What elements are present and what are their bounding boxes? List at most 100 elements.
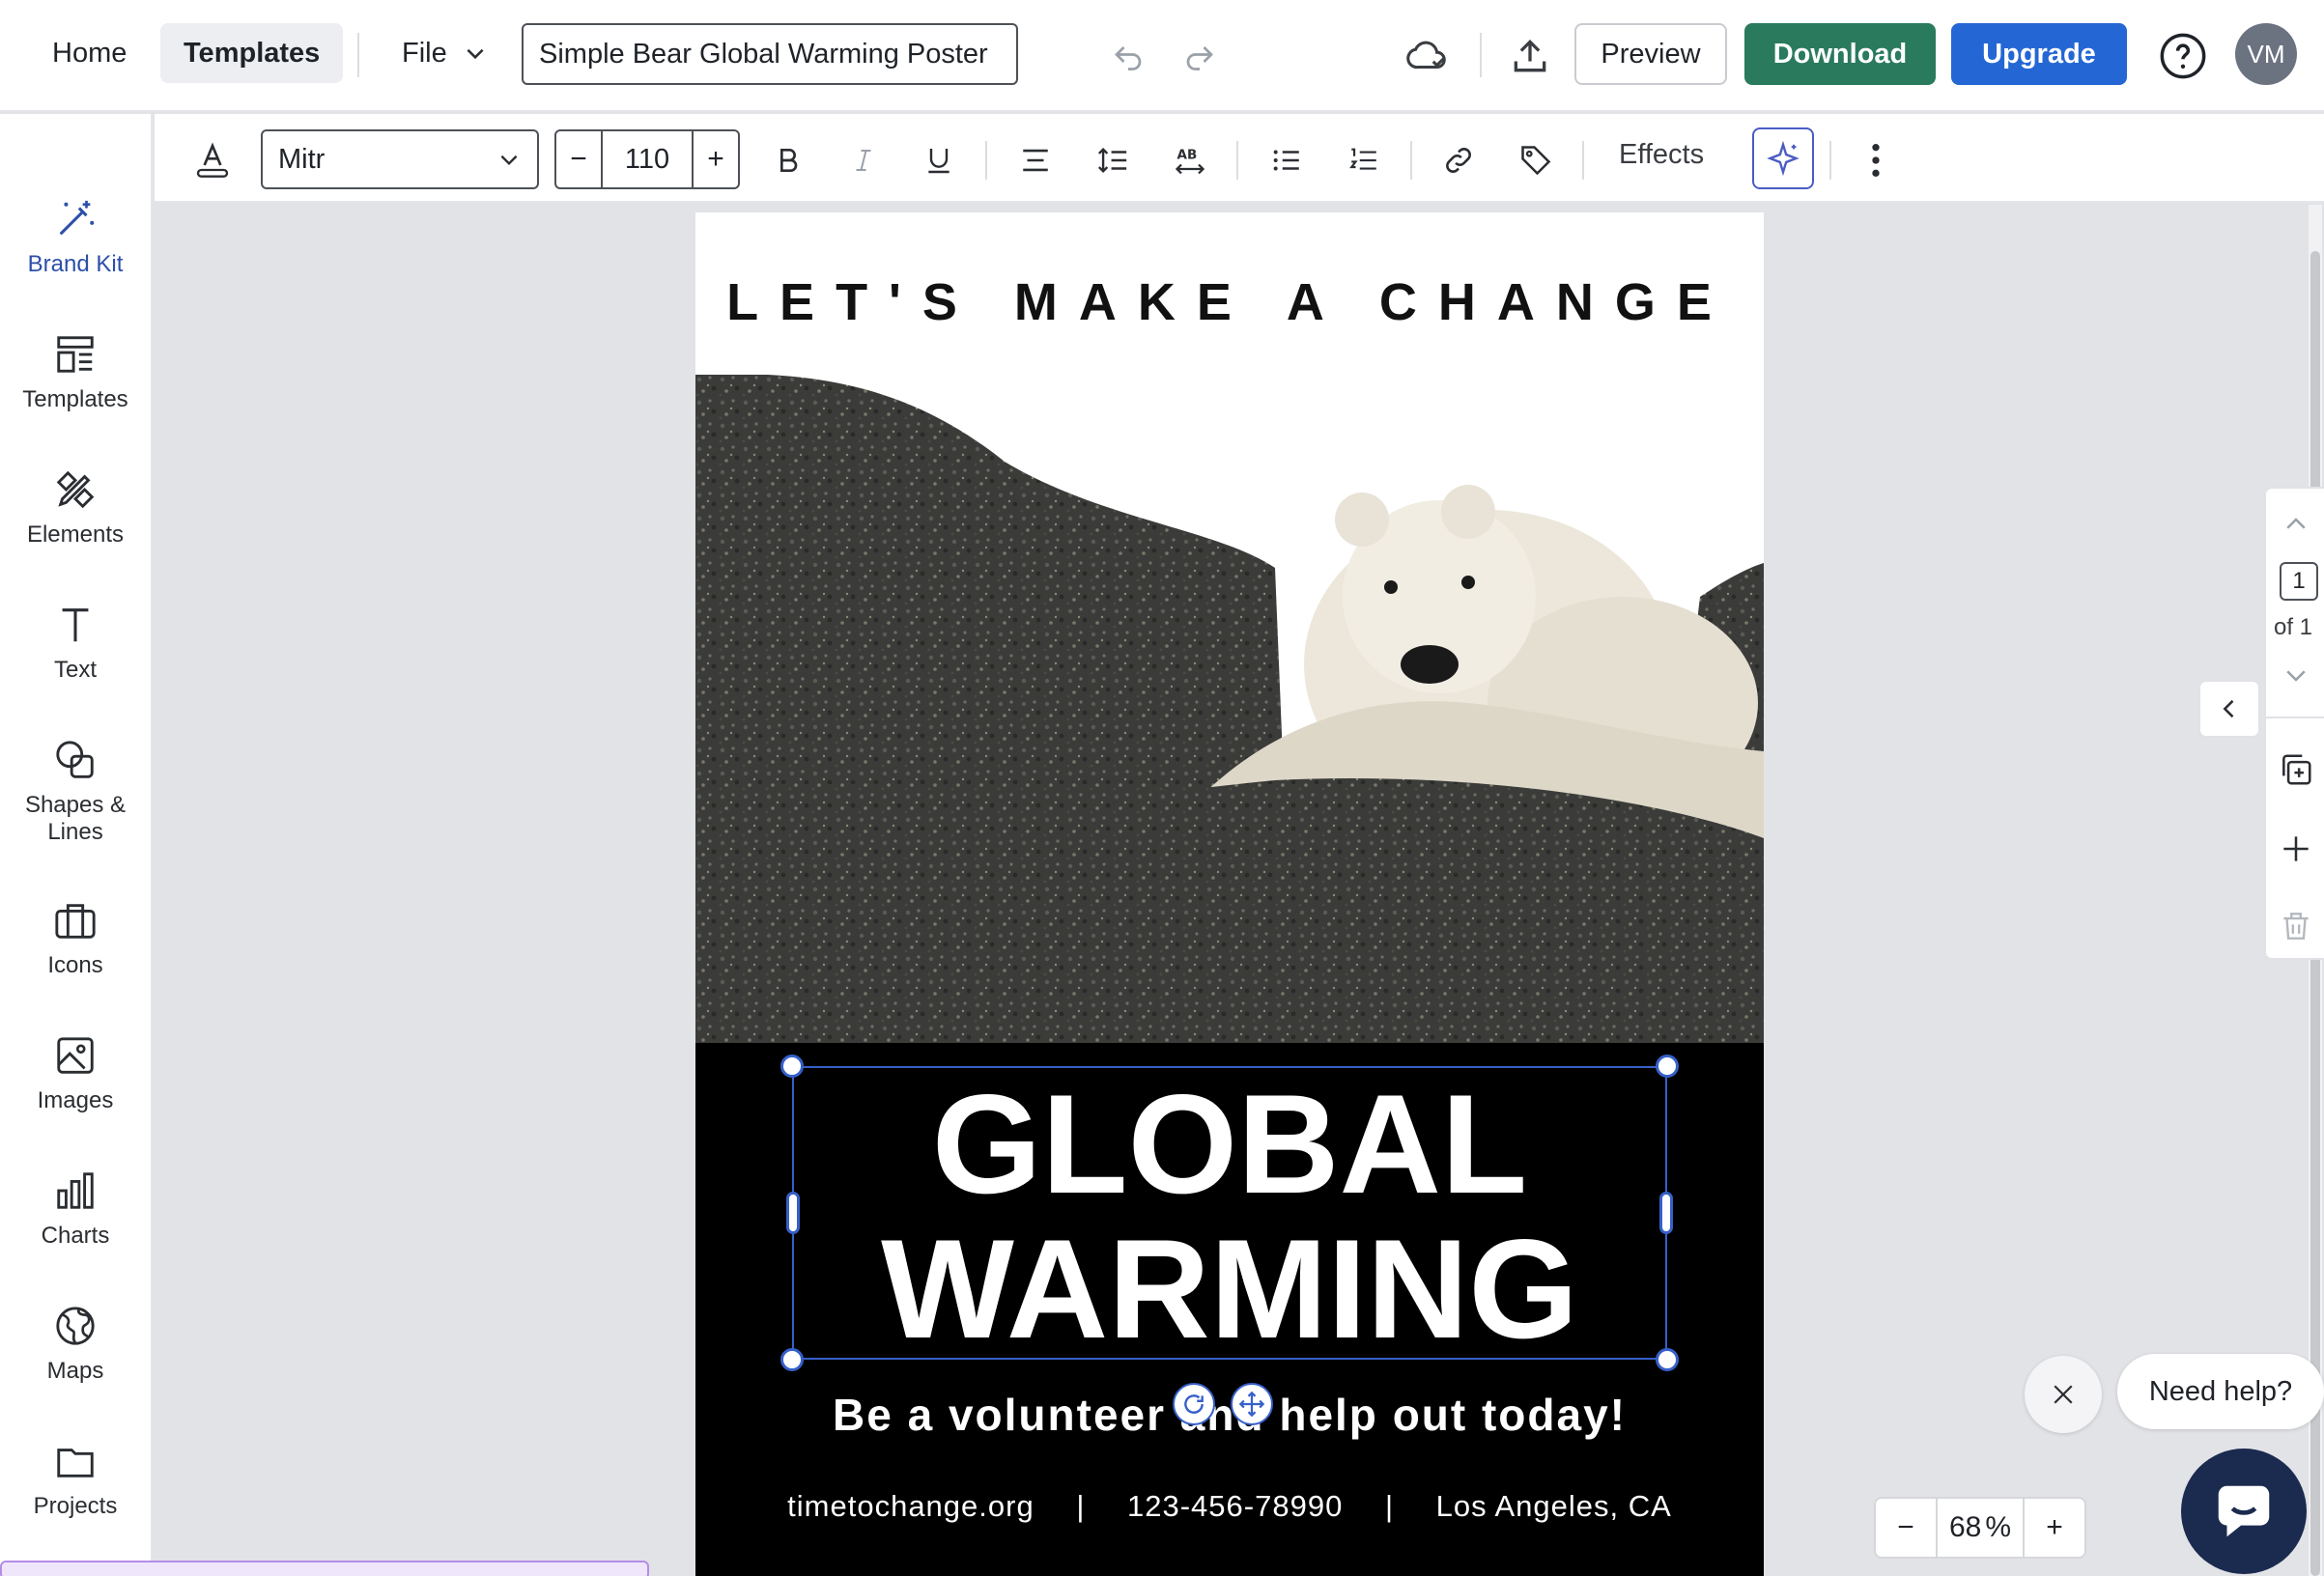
status-url-bar xyxy=(0,1561,649,1576)
poster-title[interactable]: GLOBAL WARMING xyxy=(792,1072,1667,1362)
zoom-control: − 68 % + xyxy=(1874,1497,2086,1559)
effects-button[interactable]: Effects xyxy=(1619,139,1704,171)
poster-subtitle[interactable]: Be a volunteer and help out today! xyxy=(695,1389,1764,1441)
divider xyxy=(1829,141,1831,180)
cloud-save-status[interactable] xyxy=(1401,29,1455,83)
contact-location: Los Angeles, CA xyxy=(1435,1489,1672,1523)
trash-icon[interactable] xyxy=(2278,908,2314,944)
divider xyxy=(1236,141,1238,180)
font-family-value: Mitr xyxy=(278,143,326,175)
resize-handle-left[interactable] xyxy=(786,1192,800,1234)
file-menu[interactable]: File xyxy=(379,23,511,83)
resize-handle-top-left[interactable] xyxy=(780,1055,804,1078)
bold-button[interactable] xyxy=(767,139,809,182)
link-button[interactable] xyxy=(1437,139,1480,182)
divider xyxy=(1582,141,1584,180)
contact-phone: 123-456-78990 xyxy=(1127,1489,1344,1523)
contact-separator: | xyxy=(1384,1489,1394,1523)
resize-handle-bottom-right[interactable] xyxy=(1656,1348,1679,1371)
bullet-list-button[interactable] xyxy=(1265,139,1308,182)
zoom-level[interactable]: 68 % xyxy=(1936,1499,2025,1557)
underline-button[interactable] xyxy=(918,139,960,182)
briefcase-icon xyxy=(55,904,96,939)
divider xyxy=(357,33,359,77)
underline-icon xyxy=(928,149,949,174)
sidebar-item-brand-kit[interactable]: Brand Kit xyxy=(0,197,151,278)
tag-icon xyxy=(1521,146,1551,176)
sidebar-item-label: Icons xyxy=(47,952,103,978)
cloud-check-icon xyxy=(1406,41,1446,70)
more-options-button[interactable] xyxy=(1855,139,1897,182)
poster-headline[interactable]: LET'S MAKE A CHANGE xyxy=(695,272,1764,332)
text-color-button[interactable] xyxy=(191,139,234,182)
polar-bear-photo[interactable] xyxy=(695,375,1764,1043)
sidebar-item-projects[interactable]: Projects xyxy=(0,1439,151,1520)
preview-button[interactable]: Preview xyxy=(1574,23,1727,85)
home-nav[interactable]: Home xyxy=(29,23,150,83)
rotate-handle[interactable] xyxy=(1173,1383,1215,1425)
share-button[interactable] xyxy=(1503,29,1557,83)
text-format-toolbar: Mitr − 110 + AB Effects xyxy=(155,114,2324,203)
magic-wand-icon xyxy=(59,200,95,236)
divider xyxy=(2266,717,2324,718)
sidebar-item-charts[interactable]: Charts xyxy=(0,1168,151,1250)
close-help-button[interactable] xyxy=(2025,1356,2102,1433)
sidebar-item-maps[interactable]: Maps xyxy=(0,1304,151,1385)
document-title-input[interactable] xyxy=(522,23,1018,85)
chat-support-button[interactable] xyxy=(2181,1449,2307,1574)
bold-icon xyxy=(780,149,798,172)
numbered-list-button[interactable] xyxy=(1343,139,1385,182)
sidebar-item-icons[interactable]: Icons xyxy=(0,898,151,979)
poster-title-line-2: WARMING xyxy=(881,1210,1578,1367)
duplicate-page-icon[interactable] xyxy=(2278,751,2314,788)
globe-icon xyxy=(56,1307,95,1345)
sidebar-item-shapes-lines[interactable]: Shapes & Lines xyxy=(0,738,151,846)
kebab-menu-icon xyxy=(1872,144,1880,177)
add-page-icon[interactable] xyxy=(2278,830,2314,867)
numbered-list-icon xyxy=(1349,148,1376,170)
redo-button[interactable] xyxy=(1176,33,1223,79)
current-page-input[interactable]: 1 xyxy=(2280,562,2318,601)
zoom-out-button[interactable]: − xyxy=(1876,1499,1936,1557)
pencil-ruler-icon xyxy=(56,470,95,509)
download-button[interactable]: Download xyxy=(1744,23,1936,85)
font-size-input[interactable]: 110 xyxy=(601,131,694,187)
tag-button[interactable] xyxy=(1515,139,1557,182)
chevron-down-icon[interactable] xyxy=(2281,661,2310,690)
chevron-up-icon[interactable] xyxy=(2281,510,2310,539)
collapse-panel-button[interactable] xyxy=(2198,680,2260,738)
sidebar-item-elements[interactable]: Elements xyxy=(0,467,151,549)
resize-handle-top-right[interactable] xyxy=(1656,1055,1679,1078)
resize-handle-bottom-left[interactable] xyxy=(780,1348,804,1371)
file-menu-label: File xyxy=(402,37,447,69)
move-handle[interactable] xyxy=(1231,1383,1273,1425)
need-help-bubble[interactable]: Need help? xyxy=(2117,1354,2324,1429)
divider xyxy=(1480,33,1482,77)
sidebar-item-templates[interactable]: Templates xyxy=(0,332,151,413)
zoom-in-button[interactable]: + xyxy=(2025,1499,2084,1557)
letter-spacing-button[interactable]: AB xyxy=(1169,139,1211,182)
page-navigator: 1 of 1 xyxy=(2264,487,2324,960)
italic-button[interactable] xyxy=(842,139,885,182)
poster-canvas[interactable]: LET'S MAKE A CHANGE GLOBAL WARMING Be a … xyxy=(695,212,1764,1576)
upgrade-button[interactable]: Upgrade xyxy=(1951,23,2127,85)
user-avatar[interactable]: VM xyxy=(2235,23,2297,85)
contact-website: timetochange.org xyxy=(787,1489,1034,1523)
image-icon xyxy=(57,1037,94,1074)
resize-handle-right[interactable] xyxy=(1659,1192,1673,1234)
font-size-increase-button[interactable]: + xyxy=(694,131,738,187)
sidebar-item-text[interactable]: Text xyxy=(0,603,151,684)
font-size-decrease-button[interactable]: − xyxy=(556,131,601,187)
undo-icon xyxy=(1115,46,1142,70)
poster-contact-line[interactable]: timetochange.org | 123-456-78990 | Los A… xyxy=(695,1489,1764,1524)
ai-sparkle-button[interactable] xyxy=(1752,127,1814,189)
templates-nav[interactable]: Templates xyxy=(160,23,344,83)
align-button[interactable] xyxy=(1014,139,1057,182)
help-button[interactable] xyxy=(2154,27,2212,85)
line-spacing-button[interactable] xyxy=(1091,139,1134,182)
upload-icon xyxy=(1514,39,1546,72)
undo-button[interactable] xyxy=(1105,33,1151,79)
sidebar-item-images[interactable]: Images xyxy=(0,1033,151,1114)
sidebar: Brand Kit Templates Elements Text Shapes… xyxy=(0,114,153,1576)
font-family-select[interactable]: Mitr xyxy=(261,129,539,189)
